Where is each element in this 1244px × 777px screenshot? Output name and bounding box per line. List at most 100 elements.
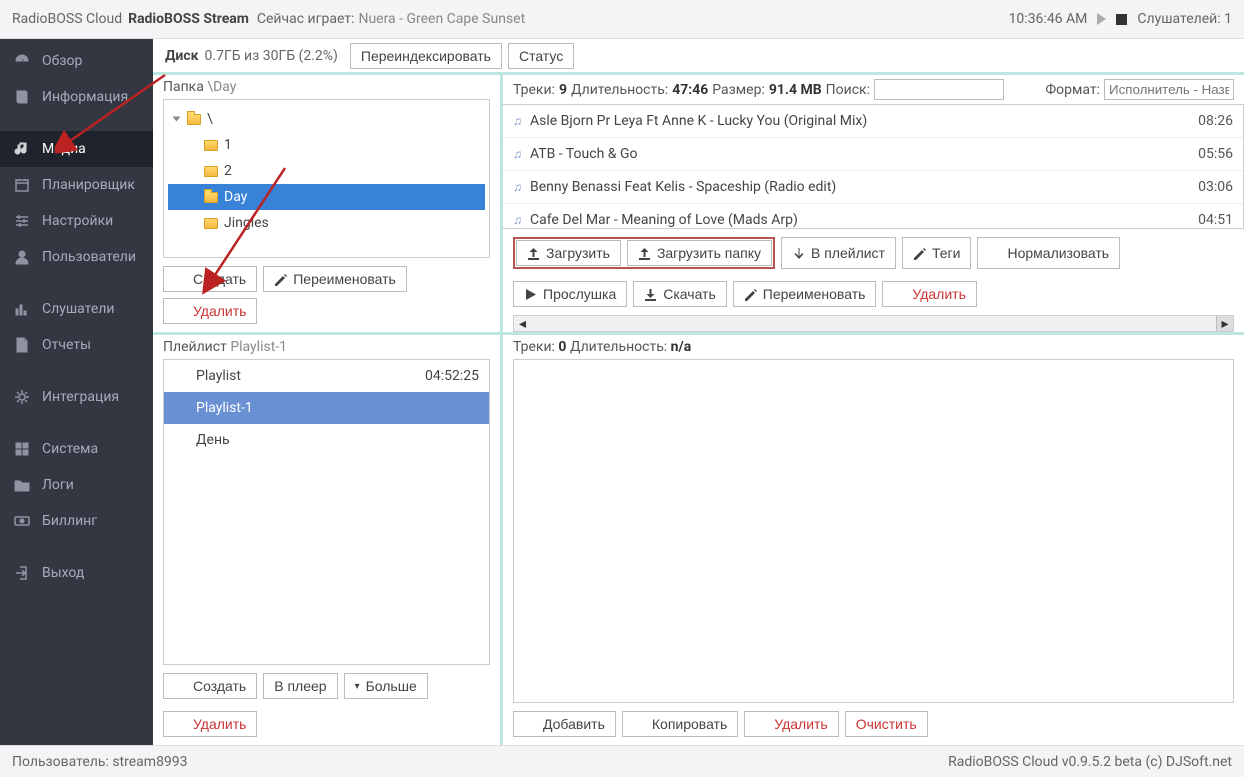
list-icon: [174, 369, 188, 383]
chevron-down-icon: ▾: [355, 681, 360, 692]
track-row[interactable]: ♫ Cafe Del Mar - Meaning of Love (Mads Ar…: [503, 204, 1243, 229]
sidebar-item-system[interactable]: Система: [0, 431, 153, 467]
search-label: Поиск:: [826, 82, 870, 98]
track-row[interactable]: ♫ Benny Benassi Feat Kelis - Spaceship (R…: [503, 171, 1243, 204]
sidebar-item-scheduler[interactable]: Планировщик: [0, 167, 153, 203]
plus-icon: [174, 273, 187, 286]
sliders-icon: [14, 213, 30, 229]
stop-icon[interactable]: [1116, 14, 1127, 25]
folder-rename-button[interactable]: Переименовать: [263, 266, 407, 292]
caret-icon[interactable]: [173, 117, 181, 122]
sidebar-item-info[interactable]: Информация: [0, 79, 153, 115]
to-player-button[interactable]: В плеер: [263, 673, 337, 699]
tracks-count-label: Треки:: [513, 82, 555, 98]
playlist-tracks-list[interactable]: [513, 359, 1234, 703]
tracks-count-value: 9: [559, 82, 567, 98]
button-label: Копировать: [652, 716, 727, 732]
sidebar-item-overview[interactable]: Обзор: [0, 43, 153, 79]
sidebar-item-listeners[interactable]: Слушатели: [0, 291, 153, 327]
upload-icon: [527, 247, 540, 260]
play-icon[interactable]: [1097, 13, 1106, 25]
button-label: Загрузить: [546, 245, 610, 261]
tree-row-root[interactable]: \: [168, 106, 485, 132]
button-label: Переиндексировать: [361, 48, 491, 64]
button-label: Очистить: [856, 716, 917, 732]
sidebar-item-integration[interactable]: Интеграция: [0, 379, 153, 415]
sidebar-item-exit[interactable]: Выход: [0, 555, 153, 591]
tree-row[interactable]: 2: [168, 158, 485, 184]
playlist-duration: 04:52:25: [425, 368, 479, 384]
note-icon: ♫: [513, 180, 522, 194]
scroll-left-icon[interactable]: ◂: [514, 316, 531, 331]
button-label: Нормализовать: [1007, 245, 1109, 261]
playlist-delete-button[interactable]: Удалить: [163, 711, 257, 737]
playlist-row[interactable]: Playlist04:52:25: [164, 360, 489, 392]
upload-button[interactable]: Загрузить: [516, 240, 621, 266]
sidebar-item-label: Логи: [42, 477, 74, 493]
brand-secondary: RadioBOSS Stream: [128, 11, 249, 27]
folders-pane: Папка \Day \ 1 2 Day Jingles Создать Пер…: [153, 75, 503, 335]
playlist-name: Playlist-1: [196, 400, 253, 416]
sidebar-item-logs[interactable]: Логи: [0, 467, 153, 503]
download-button[interactable]: Скачать: [633, 281, 727, 307]
folder-tree[interactable]: \ 1 2 Day Jingles: [163, 99, 490, 258]
pt-delete-button[interactable]: Удалить: [744, 711, 838, 737]
track-title: Cafe Del Mar - Meaning of Love (Mads Arp…: [530, 212, 798, 228]
sidebar-item-users[interactable]: Пользователи: [0, 239, 153, 275]
search-input[interactable]: [874, 79, 1004, 100]
track-list[interactable]: ♫Asle Bjorn Pr Leya Ft Anne K - Lucky Yo…: [503, 104, 1244, 229]
tags-button[interactable]: Теги: [902, 237, 971, 269]
list-icon: [174, 401, 188, 415]
to-playlist-button[interactable]: В плейлист: [781, 237, 896, 269]
button-label: Добавить: [543, 716, 605, 732]
sidebar-item-settings[interactable]: Настройки: [0, 203, 153, 239]
track-delete-button[interactable]: Удалить: [882, 281, 976, 307]
playlist-row[interactable]: День: [164, 424, 489, 456]
normalize-button[interactable]: Нормализовать: [977, 237, 1120, 269]
note-icon: ♫: [513, 213, 522, 227]
format-label: Формат:: [1045, 82, 1100, 98]
button-label: Загрузить папку: [657, 245, 761, 261]
track-rename-button[interactable]: Переименовать: [733, 281, 877, 307]
playlist-list[interactable]: Playlist04:52:25 Playlist-1 День: [163, 359, 490, 665]
button-label: Удалить: [193, 716, 246, 732]
folder-delete-button[interactable]: Удалить: [163, 298, 257, 324]
folder-icon: [204, 218, 218, 229]
playlist-row-selected[interactable]: Playlist-1: [164, 392, 489, 424]
track-duration: 04:51: [1198, 212, 1233, 228]
reindex-button[interactable]: Переиндексировать: [350, 43, 502, 69]
folder-create-button[interactable]: Создать: [163, 266, 257, 292]
sidebar-item-label: Обзор: [42, 53, 82, 69]
upload-folder-button[interactable]: Загрузить папку: [627, 240, 772, 266]
tree-row[interactable]: 1: [168, 132, 485, 158]
pt-clear-button[interactable]: Очистить: [845, 711, 928, 737]
pencil-icon: [913, 247, 926, 260]
pencil-icon: [744, 288, 757, 301]
more-button[interactable]: ▾Больше: [344, 673, 428, 699]
pt-add-button[interactable]: Добавить: [513, 711, 616, 737]
track-title: Benny Benassi Feat Kelis - Spaceship (Ra…: [530, 179, 836, 195]
pt-copy-button[interactable]: Копировать: [622, 711, 738, 737]
scroll-right-icon[interactable]: ▸: [1216, 316, 1233, 331]
now-playing-track: Nuera - Green Cape Sunset: [358, 11, 525, 27]
status-button[interactable]: Статус: [508, 43, 574, 69]
button-label: Создать: [193, 678, 246, 694]
preview-button[interactable]: Прослушка: [513, 281, 627, 307]
pt-count-value: 0: [558, 339, 566, 355]
track-row[interactable]: ♫Asle Bjorn Pr Leya Ft Anne K - Lucky Yo…: [503, 105, 1243, 138]
playlist-create-button[interactable]: Создать: [163, 673, 257, 699]
doc-icon: [14, 337, 30, 353]
track-duration: 03:06: [1198, 179, 1233, 195]
sidebar-item-media[interactable]: Медиа: [0, 131, 153, 167]
playlists-pane: Плейлист Playlist-1 Playlist04:52:25 Pla…: [153, 335, 503, 745]
track-row[interactable]: ♫ATB - Touch & Go05:56: [503, 138, 1243, 171]
sidebar-item-reports[interactable]: Отчеты: [0, 327, 153, 363]
note-icon: ♫: [513, 147, 522, 161]
brand-primary: RadioBOSS Cloud: [12, 11, 122, 27]
tree-row-selected[interactable]: Day: [168, 184, 485, 210]
sidebar-item-billing[interactable]: Биллинг: [0, 503, 153, 539]
tree-row[interactable]: Jingles: [168, 210, 485, 236]
format-input[interactable]: [1104, 79, 1234, 100]
horizontal-scrollbar[interactable]: ◂ ▸: [513, 315, 1234, 332]
arrow-down-icon: [792, 247, 805, 260]
